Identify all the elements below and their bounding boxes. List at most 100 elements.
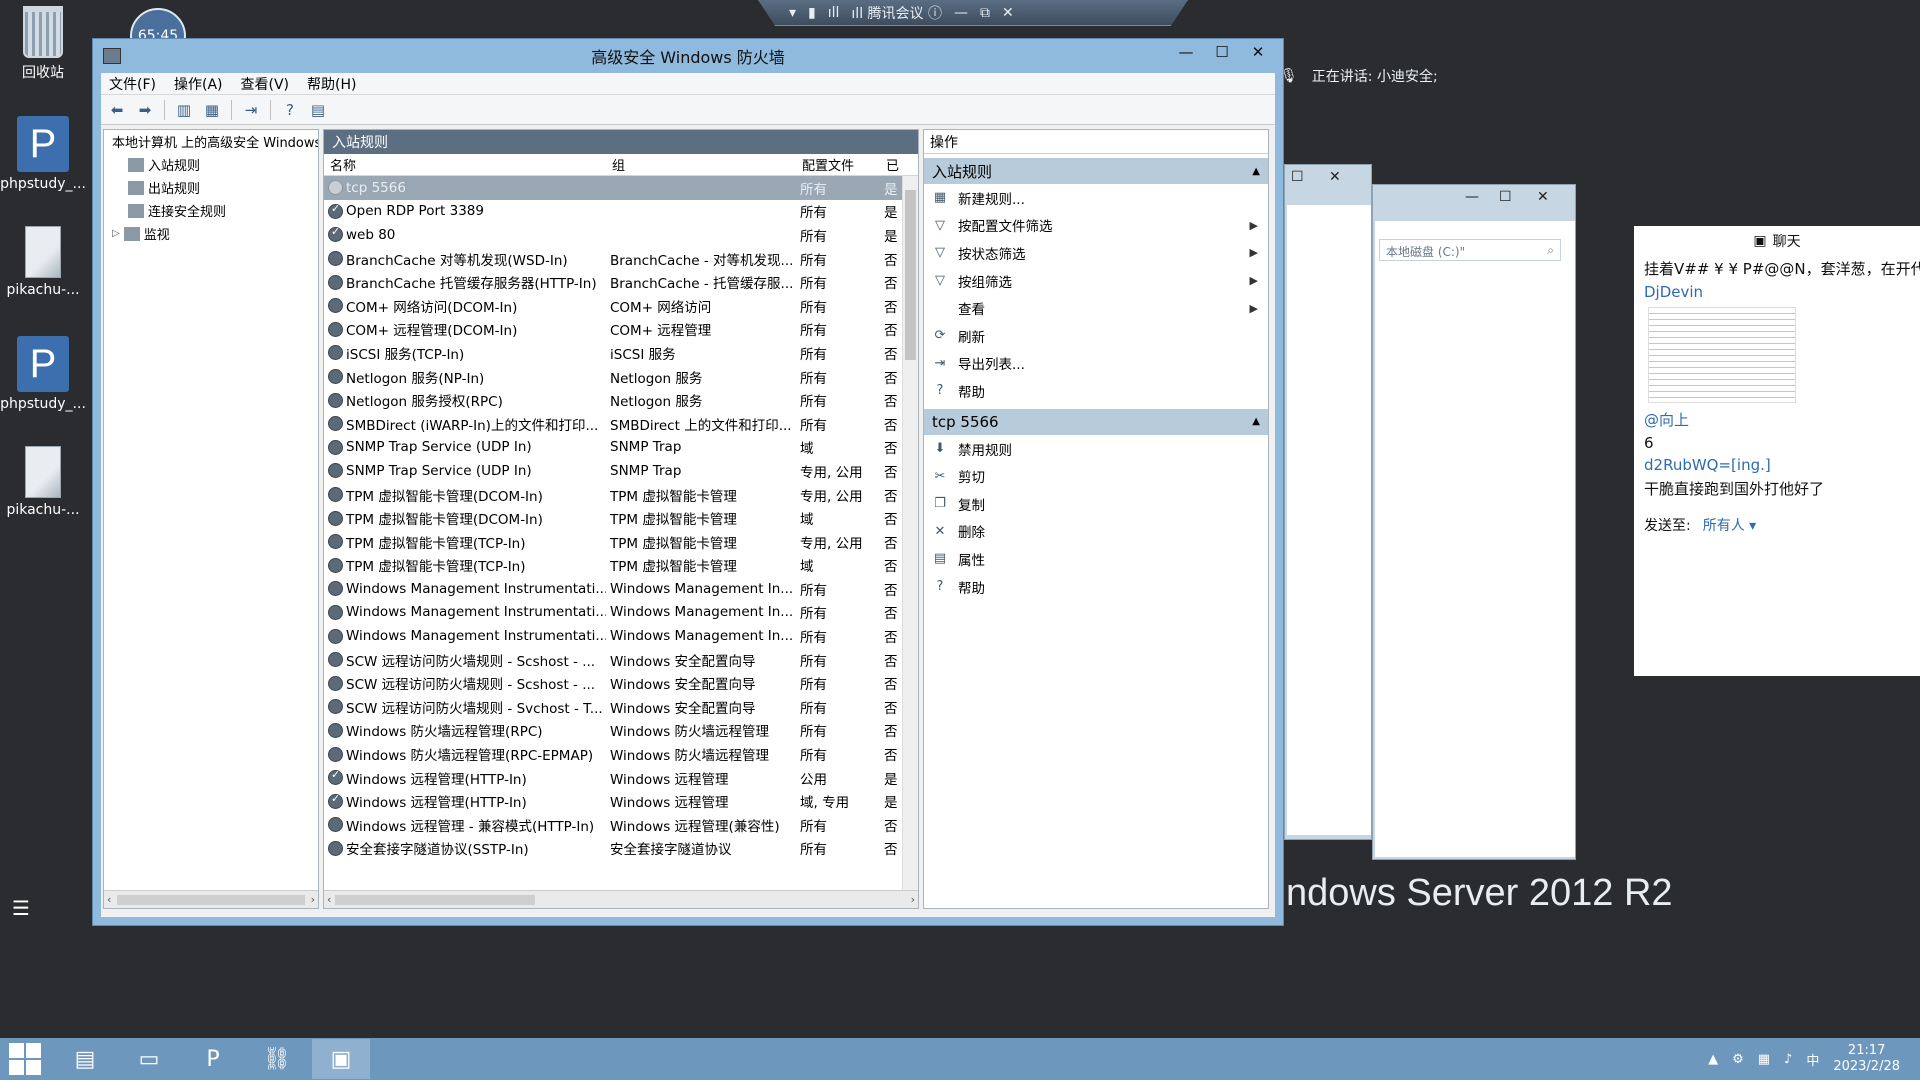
scroll-left-icon[interactable]: ‹ — [327, 893, 331, 906]
minimize-icon[interactable]: — — [1465, 189, 1479, 205]
table-row[interactable]: 安全套接字隧道协议(SSTP-In) 安全套接字隧道协议 所有 否 — [324, 837, 918, 861]
action-item[interactable]: ▽ 按状态筛选 ▶ — [924, 239, 1268, 267]
taskbar-clock[interactable]: 21:17 2023/2/28 — [1833, 1043, 1900, 1075]
collapse-icon[interactable]: ▲ — [1252, 166, 1260, 177]
export-icon[interactable]: ⇥ — [239, 99, 263, 121]
remote-bar-item[interactable]: — — [954, 5, 968, 21]
desktop-icon-phpstudy[interactable]: P phpstudy_... — [0, 116, 86, 192]
action-item[interactable]: 查看 ▶ — [924, 294, 1268, 322]
send-target-dropdown[interactable]: 所有人 ▾ — [1703, 515, 1756, 535]
close-icon[interactable]: ✕ — [1329, 169, 1341, 185]
table-row[interactable]: COM+ 远程管理(DCOM-In) COM+ 远程管理 所有 否 — [324, 318, 918, 342]
maximize-icon[interactable]: ☐ — [1499, 189, 1512, 205]
help-icon[interactable]: ? — [278, 99, 302, 121]
desktop-icon-pikachu[interactable]: pikachu-... — [0, 226, 86, 298]
table-row[interactable]: Windows Management Instrumentati... Windo… — [324, 624, 918, 648]
table-row[interactable]: Windows 远程管理(HTTP-In) Windows 远程管理 公用 是 — [324, 766, 918, 790]
action-item[interactable]: ✕ 删除 — [924, 518, 1268, 546]
tree-item-monitoring[interactable]: ▷ 监视 — [104, 222, 318, 245]
remote-session-bar[interactable]: ▾ ▮ ıll ıll 腾讯会议 ⓘ — ⧉ ✕ — [758, 0, 1188, 26]
table-row[interactable]: TPM 虚拟智能卡管理(TCP-In) TPM 虚拟智能卡管理 专用, 公用 否 — [324, 530, 918, 554]
show-hide-tree-icon[interactable]: ▦ — [200, 99, 224, 121]
remote-bar-item[interactable]: ıll — [828, 5, 840, 21]
menu-view[interactable]: 查看(V) — [241, 74, 290, 94]
table-row[interactable]: TPM 虚拟智能卡管理(DCOM-In) TPM 虚拟智能卡管理 域 否 — [324, 506, 918, 530]
remote-bar-item[interactable]: ⧉ — [980, 5, 990, 21]
table-row[interactable]: Windows 防火墙远程管理(RPC-EPMAP) Windows 防火墙远程管… — [324, 742, 918, 766]
title-bar[interactable]: 高级安全 Windows 防火墙 — ☐ ✕ — [93, 39, 1283, 73]
network-tray-icon[interactable]: ▦ — [1758, 1052, 1770, 1067]
chat-image-thumbnail[interactable] — [1648, 307, 1796, 403]
ime-indicator[interactable]: 中 — [1806, 1050, 1819, 1069]
action-item[interactable]: ▽ 按配置文件筛选 ▶ — [924, 212, 1268, 240]
start-button[interactable] — [0, 1039, 50, 1079]
remote-bar-item[interactable]: ıll 腾讯会议 ⓘ — [851, 3, 942, 23]
taskbar-firewall[interactable]: ▣ — [312, 1039, 370, 1079]
actions-section-inbound[interactable]: 入站规则 ▲ — [924, 158, 1268, 184]
table-row[interactable]: SMBDirect (iWARP-In)上的文件和打印... SMBDirect … — [324, 412, 918, 436]
table-row[interactable]: COM+ 网络访问(DCOM-In) COM+ 网络访问 所有 否 — [324, 294, 918, 318]
scrollbar-thumb[interactable] — [335, 894, 536, 905]
table-row[interactable]: TPM 虚拟智能卡管理(DCOM-In) TPM 虚拟智能卡管理 专用, 公用 否 — [324, 483, 918, 507]
forward-icon[interactable]: ➡ — [133, 99, 157, 121]
table-row[interactable]: Windows 远程管理(HTTP-In) Windows 远程管理 域, 专用 是 — [324, 789, 918, 813]
table-row[interactable]: Windows 远程管理 - 兼容模式(HTTP-In) Windows 远程管理… — [324, 813, 918, 837]
search-icon[interactable]: ⌕ — [1547, 243, 1554, 257]
action-item[interactable]: ⬇ 禁用规则 — [924, 435, 1268, 463]
column-header-group[interactable]: 组 — [606, 155, 796, 174]
tree-item-outbound-rules[interactable]: 出站规则 — [104, 176, 318, 199]
taskbar-network-app[interactable]: ⛓ — [248, 1039, 306, 1079]
remote-bar-item[interactable]: ▮ — [808, 5, 816, 21]
remote-bar-item[interactable]: ✕ — [1002, 5, 1014, 21]
back-icon[interactable]: ⬅ — [105, 99, 129, 121]
table-row[interactable]: Windows Management Instrumentati... Windo… — [324, 577, 918, 601]
taskbar-phpstudy[interactable]: P — [184, 1039, 242, 1079]
action-item[interactable]: ✂ 剪切 — [924, 462, 1268, 490]
scroll-right-icon[interactable]: › — [311, 893, 315, 906]
background-window-1[interactable]: ☐ ✕ — [1284, 164, 1372, 840]
rules-vertical-scrollbar[interactable] — [902, 176, 918, 890]
scrollbar-thumb[interactable] — [905, 190, 916, 360]
table-row[interactable]: Open RDP Port 3389 所有 是 — [324, 200, 918, 224]
table-row[interactable]: Netlogon 服务(NP-In) Netlogon 服务 所有 否 — [324, 365, 918, 389]
table-row[interactable]: Windows Management Instrumentati... Windo… — [324, 601, 918, 625]
list-menu-icon[interactable]: ☰ — [12, 896, 30, 920]
taskbar-file-explorer[interactable]: ▭ — [120, 1039, 178, 1079]
scroll-left-icon[interactable]: ‹ — [107, 893, 111, 906]
table-row[interactable]: SCW 远程访问防火墙规则 - Scshost - ... Windows 安全配… — [324, 648, 918, 672]
up-icon[interactable]: ▥ — [172, 99, 196, 121]
tray-app-icon[interactable]: ⚙ — [1732, 1052, 1744, 1067]
desktop-icon-recycle-bin[interactable]: 回收站 — [0, 6, 86, 82]
column-header-name[interactable]: 名称 — [324, 155, 606, 174]
desktop-icon-pikachu-2[interactable]: pikachu-... — [0, 446, 86, 518]
desktop-icon-phpstudy-2[interactable]: P phpstudy_... — [0, 336, 86, 412]
remote-bar-item[interactable]: ▾ — [789, 5, 796, 21]
tree-horizontal-scrollbar[interactable]: ‹ › — [104, 890, 318, 908]
table-row[interactable]: TPM 虚拟智能卡管理(TCP-In) TPM 虚拟智能卡管理 域 否 — [324, 554, 918, 578]
action-item[interactable]: ? 帮助 — [924, 573, 1268, 601]
column-header-enabled[interactable]: 已 — [880, 155, 899, 174]
tray-expand-icon[interactable]: ▲ — [1708, 1052, 1718, 1067]
action-item[interactable]: ❐ 复制 — [924, 490, 1268, 518]
table-row[interactable]: SNMP Trap Service (UDP In) SNMP Trap 域 否 — [324, 436, 918, 460]
action-item[interactable]: ▤ 属性 — [924, 545, 1268, 573]
close-button[interactable]: ✕ — [1241, 42, 1275, 62]
action-item[interactable]: ? 帮助 — [924, 377, 1268, 405]
table-row[interactable]: SCW 远程访问防火墙规则 - Svchost - T... Windows 安全… — [324, 695, 918, 719]
column-header-profile[interactable]: 配置文件 — [796, 155, 880, 174]
minimize-button[interactable]: — — [1169, 42, 1203, 62]
close-icon[interactable]: ✕ — [1537, 189, 1549, 205]
table-row[interactable]: tcp 5566 所有 是 — [324, 176, 918, 200]
properties-icon[interactable]: ▤ — [306, 99, 330, 121]
menu-action[interactable]: 操作(A) — [174, 74, 223, 94]
maximize-button[interactable]: ☐ — [1205, 42, 1239, 62]
maximize-icon[interactable]: ☐ — [1291, 169, 1304, 185]
action-item[interactable]: ⟳ 刷新 — [924, 322, 1268, 350]
table-row[interactable]: Windows 防火墙远程管理(RPC) Windows 防火墙远程管理 所有 否 — [324, 719, 918, 743]
table-row[interactable]: BranchCache 对等机发现(WSD-In) BranchCache - 对… — [324, 247, 918, 271]
action-item[interactable]: ▽ 按组筛选 ▶ — [924, 267, 1268, 295]
actions-section-selected-rule[interactable]: tcp 5566 ▲ — [924, 408, 1268, 435]
table-row[interactable]: SNMP Trap Service (UDP In) SNMP Trap 专用, 公… — [324, 459, 918, 483]
tree-item-connection-security-rules[interactable]: 连接安全规则 — [104, 199, 318, 222]
action-item[interactable]: ▦ 新建规则... — [924, 184, 1268, 212]
